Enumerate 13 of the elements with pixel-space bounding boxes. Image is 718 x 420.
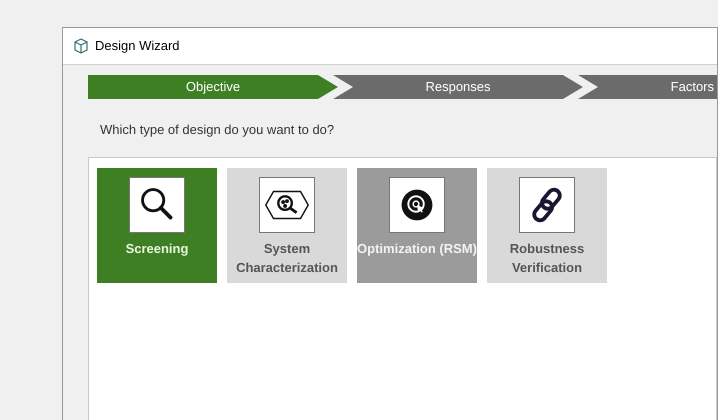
wizard-step[interactable]: Responses <box>333 75 583 99</box>
chain-link-icon <box>519 176 575 232</box>
magnifier-icon <box>129 176 185 232</box>
wizard-step[interactable]: Factors <box>578 75 717 99</box>
design-type-button[interactable]: Robustness Verification <box>487 168 607 282</box>
question-text: Which type of design do you want to do? <box>100 121 336 139</box>
design-type-button[interactable]: System Characterization <box>227 168 347 282</box>
design-type-button[interactable]: Screening <box>97 168 217 282</box>
wizard-step[interactable]: Objective <box>88 75 338 99</box>
hexagon-magnifier-icon <box>259 176 315 232</box>
target-icon <box>389 176 445 232</box>
cube-icon <box>73 38 89 54</box>
window-title: Design Wizard <box>95 37 180 56</box>
